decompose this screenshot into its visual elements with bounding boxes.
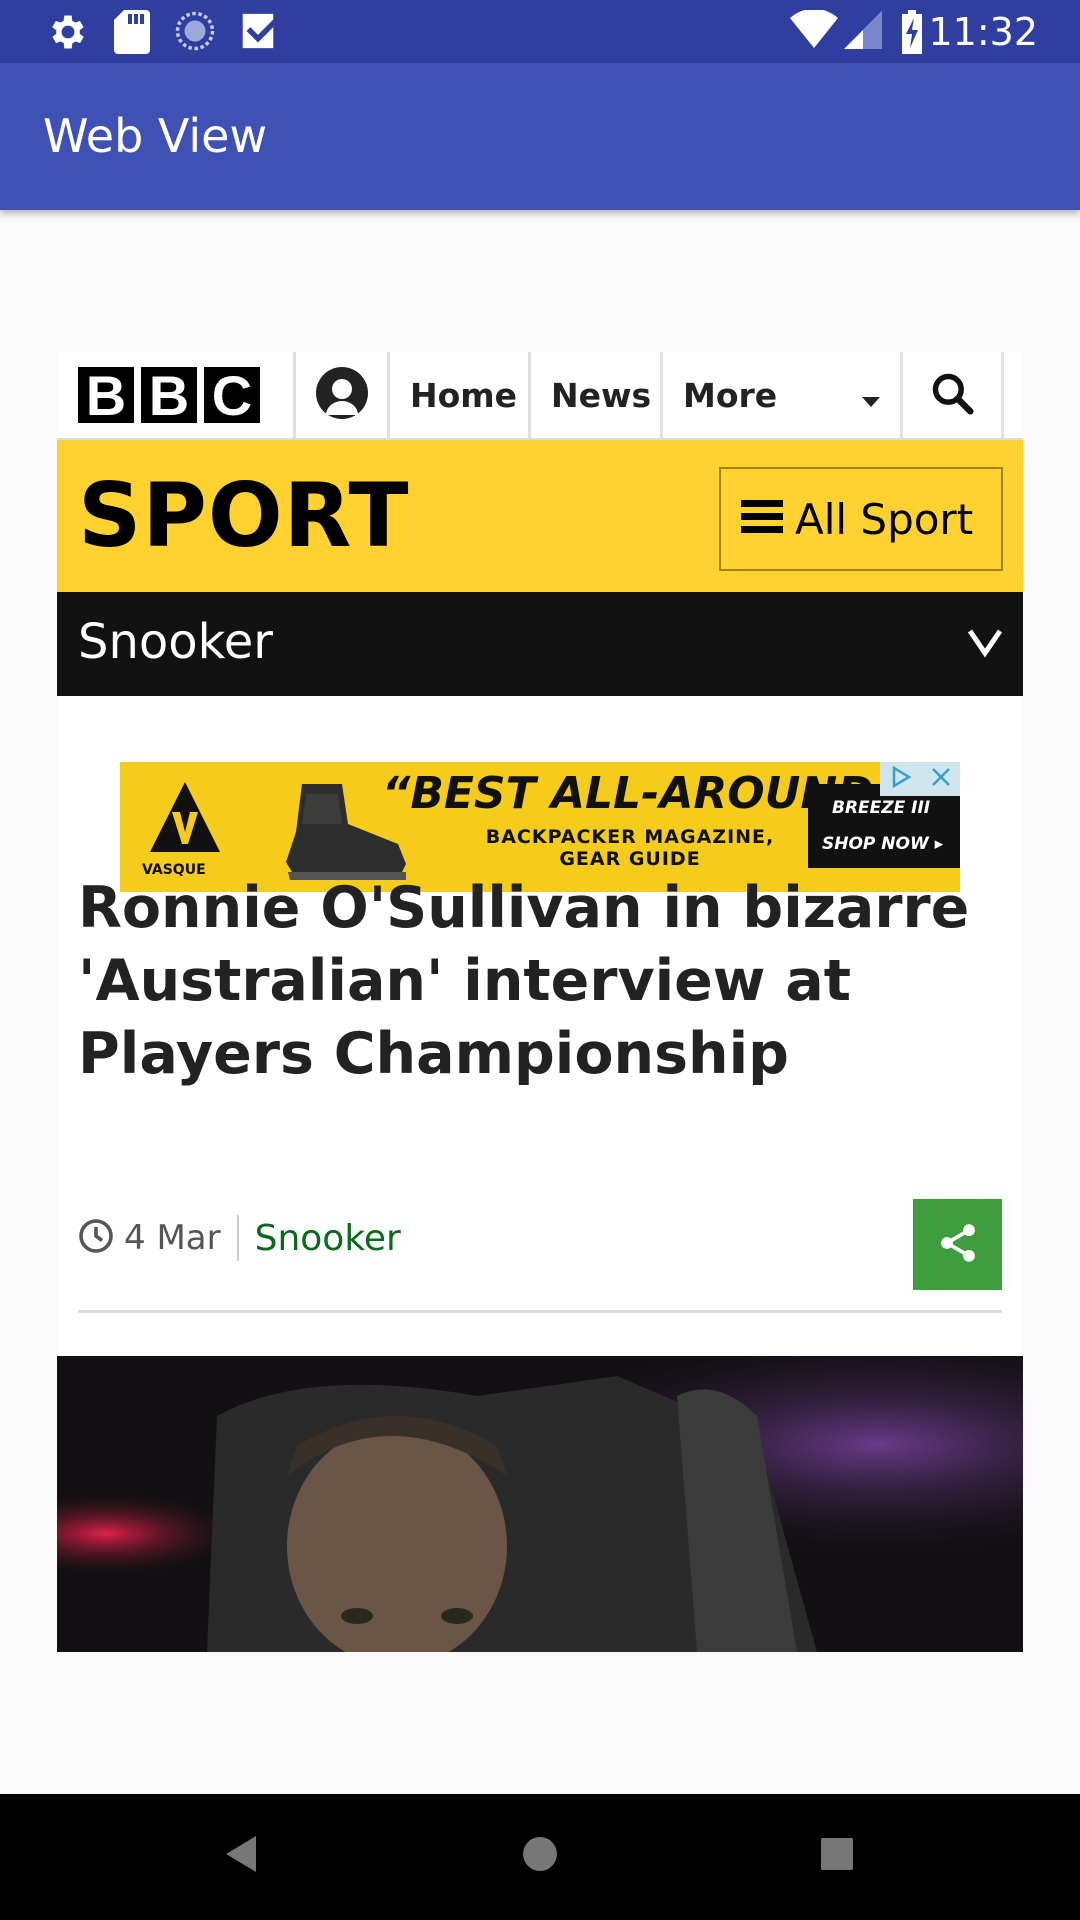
divider: [78, 1310, 1002, 1313]
nav-item-more[interactable]: More: [660, 352, 900, 438]
all-sport-button[interactable]: All Sport: [719, 467, 1003, 571]
system-nav-bar: [0, 1794, 1080, 1920]
ad-subtext-line: GEAR GUIDE: [559, 848, 701, 870]
app-bar: Web View: [0, 63, 1080, 210]
sport-title[interactable]: SPORT: [78, 464, 410, 567]
article-headline[interactable]: Ronnie O'Sullivan in bizarre 'Australian…: [78, 872, 998, 1091]
ad-subtext: BACKPACKER MAGAZINE, GEAR GUIDE: [470, 826, 790, 870]
status-time: 11:32: [928, 10, 1038, 54]
settings-icon: [46, 10, 90, 58]
battery-charging-icon: [900, 10, 924, 58]
section-dropdown[interactable]: Snooker: [57, 592, 1023, 696]
bbc-logo[interactable]: BBC: [78, 367, 267, 425]
nav-item-label: News: [551, 375, 652, 415]
clock-icon: [78, 1218, 114, 1258]
adchoices-icon[interactable]: [889, 765, 913, 793]
photo-image: [57, 1356, 1023, 1652]
ad-subtext-line: BACKPACKER MAGAZINE,: [485, 826, 775, 848]
task-icon: [238, 10, 278, 56]
search-icon: [930, 371, 974, 419]
menu-icon: [741, 500, 783, 538]
home-icon[interactable]: [521, 1835, 559, 1877]
recents-icon[interactable]: [820, 1837, 854, 1875]
account-button[interactable]: [293, 352, 387, 438]
ad-choices-badge: [880, 762, 960, 796]
brand-logo-icon: [150, 782, 220, 866]
dropdown-arrow-icon: [862, 392, 880, 411]
all-sport-label: All Sport: [795, 494, 974, 544]
back-icon[interactable]: [224, 1834, 258, 1878]
signal-icon: [844, 10, 882, 54]
article-date: 4 Mar: [124, 1218, 221, 1258]
close-ad-icon[interactable]: [930, 766, 952, 792]
search-button[interactable]: [900, 352, 1004, 438]
section-link[interactable]: Snooker: [255, 1218, 401, 1259]
app-title: Web View: [43, 109, 268, 163]
web-content: BBC Home News More SPORT All Sport Snook…: [57, 352, 1023, 1652]
ad-shop-now-button[interactable]: BREEZE III SHOP NOW ▸: [808, 784, 960, 868]
bbc-logo-letter: B: [141, 367, 197, 425]
article-meta: 4 Mar Snooker: [78, 1208, 401, 1268]
article-photo[interactable]: [57, 1356, 1023, 1652]
ad-cta-bottom: SHOP NOW ▸: [822, 834, 944, 854]
nav-item-label: More: [683, 375, 778, 415]
article: VASQUE “BEST ALL-AROUND” BACKPACKER MAGA…: [57, 696, 1023, 1652]
ad-cta-top: BREEZE III: [832, 798, 931, 818]
chevron-down-icon: [967, 628, 1003, 662]
meta-divider: [236, 1215, 239, 1261]
section-label: Snooker: [78, 614, 273, 670]
bbc-logo-letter: C: [204, 367, 260, 425]
bbc-nav-bar: BBC Home News More: [57, 352, 1023, 440]
nav-item-news[interactable]: News: [528, 352, 660, 438]
sd-card-icon: [114, 10, 150, 58]
account-icon: [315, 367, 368, 423]
sport-header: SPORT All Sport: [57, 440, 1023, 592]
nav-item-label: Home: [410, 375, 518, 415]
share-button[interactable]: [913, 1199, 1002, 1290]
bbc-logo-letter: B: [78, 367, 134, 425]
share-icon: [936, 1221, 980, 1269]
sync-icon: [174, 10, 216, 56]
status-bar: 11:32: [0, 0, 1080, 63]
nav-item-home[interactable]: Home: [387, 352, 528, 438]
wifi-icon: [790, 8, 838, 54]
